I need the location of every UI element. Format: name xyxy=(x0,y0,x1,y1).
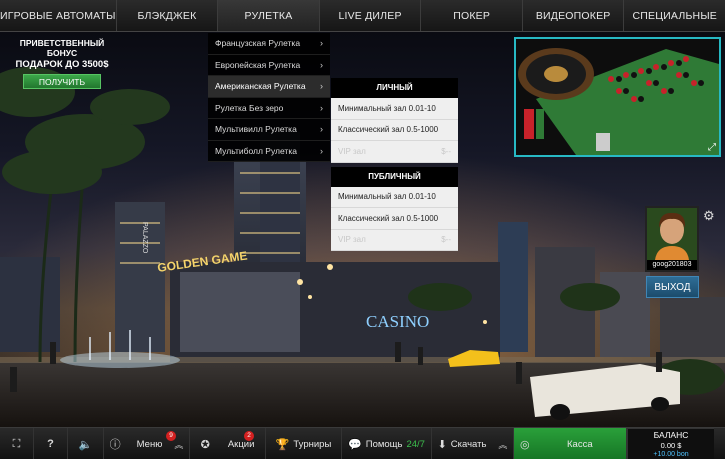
menu-item-multiwheel-roulette[interactable]: Мультивилл Рулетка › xyxy=(208,119,330,141)
room-label: Минимальный зал 0.01-10 xyxy=(338,103,436,113)
menu-label: Меню xyxy=(136,438,163,450)
download-icon: ⬇ xyxy=(437,438,447,451)
help-button[interactable]: ? xyxy=(34,428,68,459)
room-label: VIP зал xyxy=(338,235,366,245)
menu-item-multiball-roulette[interactable]: Мультиболл Рулетка › xyxy=(208,141,330,162)
gear-icon[interactable]: ⚙ xyxy=(703,208,715,224)
help-icon: ? xyxy=(47,438,54,450)
room-label: Минимальный зал 0.01-10 xyxy=(338,192,436,202)
palazzo-sign: PALAZZO xyxy=(141,222,148,254)
roulette-table-preview[interactable]: ⤢ xyxy=(514,37,721,157)
tab-slots[interactable]: ИГРОВЫЕ АВТОМАТЫ xyxy=(0,0,117,31)
help-label: Помощь xyxy=(365,438,403,450)
private-section-title: ЛИЧНЫЙ xyxy=(331,78,458,98)
menu-item-label: Американская Рулетка xyxy=(215,81,306,92)
tab-video-poker[interactable]: ВИДЕОПОКЕР xyxy=(523,0,625,31)
balance-title: БАЛАНС xyxy=(653,430,689,440)
bonus-amount: ПОДАРОК ДО 3500$ xyxy=(15,59,109,70)
expand-icon[interactable]: ⤢ xyxy=(708,142,716,153)
sound-icon: 🔈 xyxy=(78,438,93,451)
chevron-right-icon: › xyxy=(320,59,323,70)
award-icon: ✪ xyxy=(200,438,210,451)
fullscreen-icon: ⛶ xyxy=(12,437,21,450)
promotions-button[interactable]: ✪ Акции 2 xyxy=(190,428,266,459)
public-section-title: ПУБЛИЧНЫЙ xyxy=(331,166,458,187)
room-limit: $-- xyxy=(441,146,451,156)
coins-icon: ◎ xyxy=(520,438,530,451)
bonus-title: ПРИВЕТСТВЕННЫЙ БОНУС xyxy=(19,38,105,58)
menu-item-label: Европейская Рулетка xyxy=(215,59,301,70)
download-button[interactable]: ⬇ Скачать ︽ xyxy=(432,428,514,459)
help-hours: 24/7 xyxy=(406,438,425,450)
menu-item-label: Французская Рулетка xyxy=(215,38,301,49)
public-room-vip: VIP зал $-- xyxy=(331,229,458,251)
tab-live-dealer[interactable]: LIVE ДИЛЕР xyxy=(320,0,422,31)
public-room-minimal[interactable]: Минимальный зал 0.01-10 xyxy=(331,186,458,208)
private-room-classic[interactable]: Классический зал 0.5-1000 xyxy=(331,119,458,141)
roulette-dropdown: Французская Рулетка › Европейская Рулетк… xyxy=(208,33,330,162)
room-submenu: ЛИЧНЫЙ Минимальный зал 0.01-10 Классичес… xyxy=(331,78,458,251)
menu-item-european-roulette[interactable]: Европейская Рулетка › xyxy=(208,55,330,76)
download-label: Скачать xyxy=(450,438,487,450)
roulette-preview-image xyxy=(516,39,719,155)
private-room-minimal[interactable]: Минимальный зал 0.01-10 xyxy=(331,98,458,120)
menu-item-label: Мультиболл Рулетка xyxy=(215,145,297,156)
tab-roulette[interactable]: РУЛЕТКА xyxy=(218,0,320,31)
bottom-toolbar: ⛶ ? 🔈 ⓘ Меню 9 ︽ ✪ Акции 2 🏆 Турниры 💬 П… xyxy=(0,427,725,459)
help-chat-button[interactable]: 💬 Помощь 24/7 xyxy=(342,428,432,459)
tab-specials[interactable]: СПЕЦИАЛЬНЫЕ xyxy=(624,0,725,31)
tournaments-label: Турниры xyxy=(293,438,332,450)
exit-button[interactable]: ВЫХОД xyxy=(646,276,699,298)
cashier-label: Касса xyxy=(567,438,593,450)
balance-panel: БАЛАНС 0.00 $ +10.00 bon xyxy=(627,428,714,459)
menu-item-american-roulette[interactable]: Американская Рулетка › xyxy=(208,76,330,98)
promotions-badge: 2 xyxy=(244,431,254,441)
balance-value: 0.00 $ xyxy=(660,441,682,450)
sound-button[interactable]: 🔈 xyxy=(68,428,104,459)
info-icon: ⓘ xyxy=(109,439,121,451)
room-limit: $-- xyxy=(441,235,451,245)
menu-item-label: Мультивилл Рулетка xyxy=(215,124,297,135)
room-label: Классический зал 0.5-1000 xyxy=(338,125,439,135)
trophy-icon: 🏆 xyxy=(275,438,290,451)
chevron-right-icon: › xyxy=(320,124,323,135)
tournaments-button[interactable]: 🏆 Турниры xyxy=(266,428,342,459)
private-room-vip: VIP зал $-- xyxy=(331,141,458,163)
cashier-button[interactable]: ◎ Касса xyxy=(514,428,627,459)
menu-item-label: Рулетка Без зеро xyxy=(215,102,284,113)
chevron-right-icon: › xyxy=(320,81,323,92)
welcome-bonus-panel: ПРИВЕТСТВЕННЫЙ БОНУС ПОДАРОК ДО 3500$ ПО… xyxy=(6,38,118,89)
menu-item-french-roulette[interactable]: Французская Рулетка › xyxy=(208,33,330,55)
avatar xyxy=(647,208,697,260)
room-label: VIP зал xyxy=(338,146,366,156)
player-avatar-card[interactable]: goog201803 xyxy=(645,206,699,272)
top-navigation: ИГРОВЫЕ АВТОМАТЫ БЛЭКДЖЕК РУЛЕТКА LIVE Д… xyxy=(0,0,725,32)
chevron-up-icon: ︽ xyxy=(498,439,508,450)
balance-bonus: +10.00 bon xyxy=(653,451,689,458)
player-username: goog201803 xyxy=(647,260,697,270)
chevron-right-icon: › xyxy=(320,38,323,49)
chevron-right-icon: › xyxy=(320,102,323,113)
casino-sign: CASINO xyxy=(366,312,429,331)
tab-poker[interactable]: ПОКЕР xyxy=(421,0,523,31)
menu-item-no-zero-roulette[interactable]: Рулетка Без зеро › xyxy=(208,98,330,119)
tab-blackjack[interactable]: БЛЭКДЖЕК xyxy=(117,0,219,31)
chevron-up-icon: ︽ xyxy=(174,439,184,450)
chat-icon: 💬 xyxy=(348,438,362,451)
room-label: Классический зал 0.5-1000 xyxy=(338,213,439,223)
claim-bonus-button[interactable]: ПОЛУЧИТЬ xyxy=(23,74,101,89)
chevron-right-icon: › xyxy=(320,145,323,156)
menu-button[interactable]: ⓘ Меню 9 ︽ xyxy=(104,428,190,459)
menu-badge: 9 xyxy=(166,431,176,441)
public-room-classic[interactable]: Классический зал 0.5-1000 xyxy=(331,208,458,230)
fullscreen-button[interactable]: ⛶ xyxy=(0,428,34,459)
